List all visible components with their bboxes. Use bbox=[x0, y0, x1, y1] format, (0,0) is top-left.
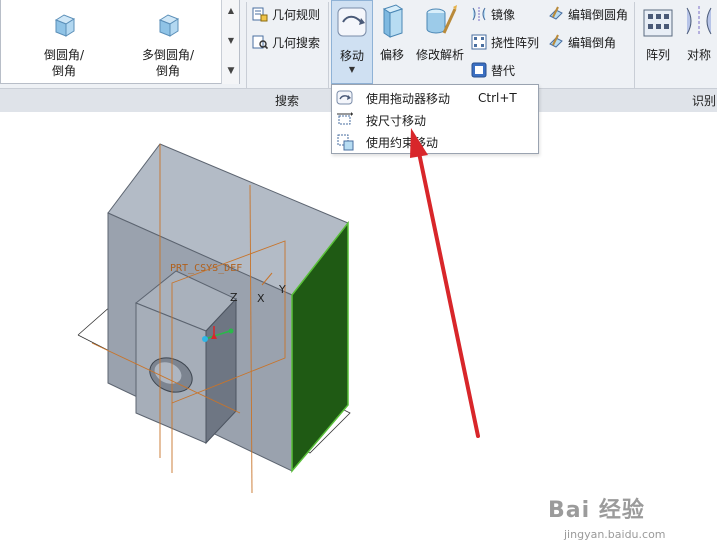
geometry-search-icon bbox=[252, 35, 268, 50]
edit-round-icon bbox=[549, 6, 563, 20]
geometry-rule-label: 几何规则 bbox=[272, 7, 321, 22]
gallery-item-multi-round-chamfer[interactable]: 多倒圆角/ 倒角 bbox=[123, 8, 213, 79]
axis-x-label: X bbox=[257, 292, 265, 305]
geometry-rule-button[interactable]: 几何规则 bbox=[252, 4, 320, 24]
gallery-item-round-chamfer[interactable]: 倒圆角/ 倒角 bbox=[19, 8, 109, 79]
move-button[interactable]: 移动 ▼ bbox=[331, 0, 373, 84]
offset-label: 偏移 bbox=[379, 48, 404, 62]
modify-analytic-button[interactable]: 修改解析 bbox=[412, 2, 468, 63]
group-divider bbox=[634, 2, 635, 88]
scroll-up-icon[interactable]: ▲ bbox=[226, 6, 236, 15]
axis-z-label: Z bbox=[230, 291, 238, 304]
axis-y-label: Y bbox=[279, 283, 286, 296]
menu-item-shortcut: Ctrl+T bbox=[478, 91, 517, 105]
round-chamfer-gallery: 倒圆角/ 倒角 多倒圆角/ 倒角 ▲ ▼ ▼ bbox=[0, 0, 240, 84]
move-dropdown-menu: 使用拖动器移动 Ctrl+T 按尺寸移动 使用约束移动 bbox=[331, 84, 539, 154]
chevron-down-icon[interactable]: ▼ bbox=[332, 65, 372, 74]
csys-origin bbox=[202, 336, 208, 342]
mirror-button[interactable]: 镜像 bbox=[471, 4, 515, 24]
part-model[interactable] bbox=[0, 113, 717, 557]
dimension-move-icon bbox=[337, 112, 353, 125]
menu-item-label: 按尺寸移动 bbox=[366, 113, 427, 128]
replace-icon bbox=[471, 62, 487, 78]
flex-pattern-icon bbox=[471, 34, 487, 50]
move-with-constraint-item[interactable]: 使用约束移动 bbox=[332, 131, 538, 153]
geometry-search-label: 几何搜索 bbox=[272, 35, 321, 50]
offset-button[interactable]: 偏移 bbox=[376, 2, 408, 63]
mirror-label: 镜像 bbox=[491, 7, 516, 22]
search-group-label: 搜索 bbox=[275, 94, 300, 108]
pattern-recognize-label: 阵列 bbox=[645, 48, 670, 62]
menu-item-label: 使用约束移动 bbox=[366, 135, 439, 150]
gallery-expand-icon[interactable]: ▼ bbox=[226, 66, 236, 76]
round-chamfer-icon bbox=[54, 14, 76, 37]
flex-pattern-button[interactable]: 挠性阵列 bbox=[471, 32, 539, 52]
move-by-dimension-item[interactable]: 按尺寸移动 bbox=[332, 109, 538, 131]
csys-label: PRT_CSYS_DEF bbox=[170, 263, 243, 274]
move-icon bbox=[337, 7, 367, 37]
model-viewport[interactable]: PRT_CSYS_DEF Z X Y bbox=[0, 113, 717, 557]
symmetry-recognize-icon bbox=[686, 6, 712, 36]
symmetry-recognize-button[interactable]: 对称 bbox=[682, 2, 716, 63]
group-divider bbox=[328, 2, 329, 88]
edit-chamfer-button[interactable]: 编辑倒角 bbox=[548, 32, 616, 52]
menu-item-label: 使用拖动器移动 bbox=[366, 91, 451, 106]
edit-round-label: 编辑倒圆角 bbox=[568, 7, 629, 22]
pattern-recognize-icon bbox=[643, 9, 673, 37]
watermark-logo: Bai 经验 bbox=[548, 498, 645, 523]
replace-button[interactable]: 替代 bbox=[471, 60, 515, 80]
gallery-item-label: 倒角 bbox=[155, 64, 180, 78]
geometry-rule-icon bbox=[252, 7, 268, 22]
modify-analytic-icon bbox=[426, 5, 457, 34]
symmetry-recognize-label: 对称 bbox=[686, 48, 711, 62]
gallery-scrollbar[interactable]: ▲ ▼ ▼ bbox=[221, 0, 239, 84]
edit-round-button[interactable]: 编辑倒圆角 bbox=[548, 4, 628, 24]
recognize-group-label: 识别 bbox=[692, 94, 717, 108]
watermark-url: jingyan.baidu.com bbox=[564, 528, 666, 541]
offset-icon bbox=[382, 4, 404, 38]
dragger-move-icon bbox=[336, 90, 353, 105]
edit-chamfer-icon bbox=[549, 34, 563, 48]
modify-analytic-label: 修改解析 bbox=[415, 48, 464, 62]
gallery-item-label: 倒角 bbox=[51, 64, 76, 78]
pattern-recognize-button[interactable]: 阵列 bbox=[640, 2, 676, 63]
constraint-move-icon bbox=[337, 134, 354, 151]
baidu-watermark: Bai 经验 jingyan.baidu.com bbox=[548, 492, 717, 552]
replace-label: 替代 bbox=[491, 63, 516, 78]
edit-chamfer-label: 编辑倒角 bbox=[568, 35, 617, 50]
move-with-dragger-item[interactable]: 使用拖动器移动 Ctrl+T bbox=[332, 87, 538, 109]
flex-pattern-label: 挠性阵列 bbox=[491, 35, 540, 50]
group-divider bbox=[246, 2, 247, 88]
move-label: 移动 bbox=[339, 49, 364, 63]
geometry-search-button[interactable]: 几何搜索 bbox=[252, 32, 320, 52]
multi-round-chamfer-icon bbox=[158, 14, 180, 37]
scroll-down-icon[interactable]: ▼ bbox=[226, 36, 236, 45]
mirror-icon bbox=[472, 7, 486, 21]
gallery-item-label: 多倒圆角/ bbox=[141, 48, 195, 62]
gallery-item-label: 倒圆角/ bbox=[43, 48, 85, 62]
